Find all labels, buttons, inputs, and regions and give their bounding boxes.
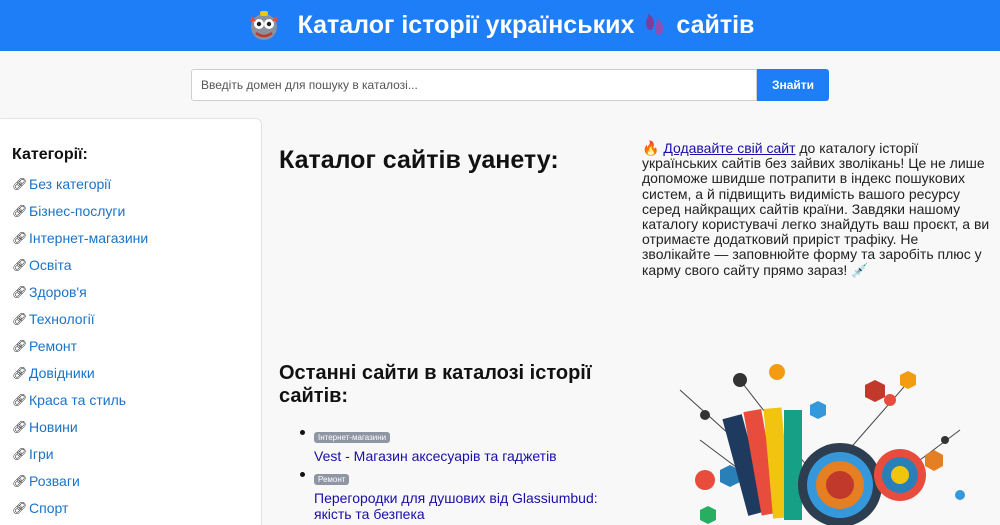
site-link[interactable]: Vest - Магазин аксесуарів та гаджетів xyxy=(314,448,620,464)
link-icon: 🔗︎ xyxy=(12,204,28,218)
category-item[interactable]: 🔗︎ Технології xyxy=(12,311,261,338)
link-icon: 🔗︎ xyxy=(12,312,28,326)
promo-text: до каталогу історії українських сайтів б… xyxy=(642,140,990,278)
category-item[interactable]: 🔗︎ Ремонт xyxy=(12,338,261,365)
site-header: Каталог історії українських сайтів xyxy=(0,0,1000,51)
link-icon: 🔗︎ xyxy=(12,501,28,515)
category-item[interactable]: 🔗︎ Без категорії xyxy=(12,176,261,203)
category-link[interactable]: Освіта xyxy=(29,257,71,273)
link-icon: 🔗︎ xyxy=(12,420,28,434)
category-link[interactable]: Бізнес-послуги xyxy=(29,203,125,219)
site-title[interactable]: Каталог історії українських сайтів xyxy=(246,8,755,44)
category-item[interactable]: 🔗︎ Спорт xyxy=(12,500,261,525)
category-item[interactable]: 🔗︎ Новини xyxy=(12,419,261,446)
search-button[interactable]: Знайти xyxy=(757,69,829,101)
recent-sites-title: Останні сайти в каталозі історії сайтів: xyxy=(279,362,592,407)
category-link[interactable]: Технології xyxy=(29,311,95,327)
page-title: Каталог сайтів уанету: xyxy=(279,146,559,174)
domain-search-input[interactable] xyxy=(191,69,757,101)
link-icon: 🔗︎ xyxy=(12,474,28,488)
category-item[interactable]: 🔗︎ Інтернет-магазини xyxy=(12,230,261,257)
category-item[interactable]: 🔗︎ Бізнес-послуги xyxy=(12,203,261,230)
link-icon: 🔗︎ xyxy=(12,231,28,245)
category-link[interactable]: Краса та стиль xyxy=(29,392,126,408)
category-link[interactable]: Довідники xyxy=(29,365,95,381)
categories-title: Категорії: xyxy=(12,146,88,163)
category-badge: Інтернет-магазини xyxy=(314,432,391,443)
category-link[interactable]: Ігри xyxy=(29,446,54,462)
category-badge: Ремонт xyxy=(314,474,350,485)
category-item[interactable]: 🔗︎ Розваги xyxy=(12,473,261,500)
link-icon: 🔗︎ xyxy=(12,339,28,353)
list-item: Ремонт Перегородки для душових від Glass… xyxy=(300,469,620,522)
link-icon: 🔗︎ xyxy=(12,177,28,191)
recent-sites-list: Інтернет-магазини Vest - Магазин аксесуа… xyxy=(300,427,620,525)
bullet-icon xyxy=(300,472,305,477)
category-list: 🔗︎ Без категорії 🔗︎ Бізнес-послуги 🔗︎ Інтер… xyxy=(12,176,261,525)
category-item[interactable]: 🔗︎ Ігри xyxy=(12,446,261,473)
site-title-text-2: сайтів xyxy=(676,11,755,39)
link-icon: 🔗︎ xyxy=(12,258,28,272)
add-site-link[interactable]: Додавайте свій сайт xyxy=(663,140,795,156)
footprints-icon xyxy=(644,13,666,38)
category-link[interactable]: Без категорії xyxy=(29,176,111,192)
syringe-icon: 💉 xyxy=(851,261,869,278)
category-item[interactable]: 🔗︎ Довідники xyxy=(12,365,261,392)
link-icon: 🔗︎ xyxy=(12,285,28,299)
category-link[interactable]: Розваги xyxy=(29,473,80,489)
fire-icon: 🔥 xyxy=(642,140,660,156)
category-link[interactable]: Здоров'я xyxy=(29,284,87,300)
site-title-text-1: Каталог історії українських xyxy=(297,11,635,39)
category-link[interactable]: Інтернет-магазини xyxy=(29,230,148,246)
list-item: Інтернет-магазини Vest - Магазин аксесуа… xyxy=(300,427,620,464)
category-link[interactable]: Новини xyxy=(29,419,78,435)
mascot-logo-icon xyxy=(246,8,282,44)
bullet-icon xyxy=(300,430,305,435)
category-link[interactable]: Ремонт xyxy=(29,338,77,354)
categories-sidebar: Категорії: 🔗︎ Без категорії 🔗︎ Бізнес-посл… xyxy=(0,118,262,525)
link-icon: 🔗︎ xyxy=(12,393,28,407)
category-item[interactable]: 🔗︎ Освіта xyxy=(12,257,261,284)
link-icon: 🔗︎ xyxy=(12,366,28,380)
category-link[interactable]: Спорт xyxy=(29,500,68,516)
link-icon: 🔗︎ xyxy=(12,447,28,461)
site-link[interactable]: Перегородки для душових від Glassiumbud:… xyxy=(314,490,620,522)
search-form: Знайти xyxy=(191,69,829,101)
category-item[interactable]: 🔗︎ Краса та стиль xyxy=(12,392,261,419)
category-item[interactable]: 🔗︎ Здоров'я xyxy=(12,284,261,311)
catalog-illustration xyxy=(660,360,980,525)
promo-paragraph: 🔥 Додавайте свій сайт до каталогу історі… xyxy=(642,140,990,278)
